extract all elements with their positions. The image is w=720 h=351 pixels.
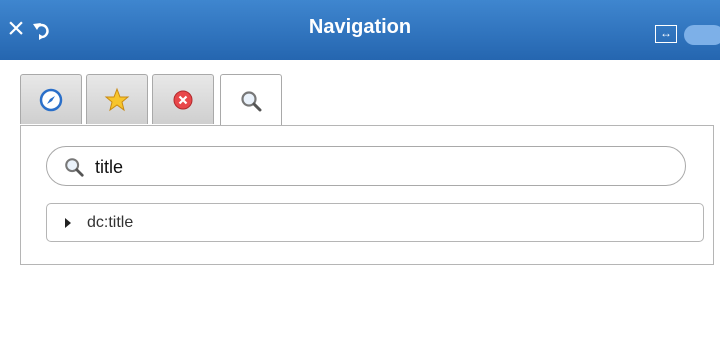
expand-arrow-icon[interactable]	[65, 218, 71, 228]
tab-favorites[interactable]	[86, 74, 148, 124]
tab-compass[interactable]	[20, 74, 82, 124]
star-icon	[104, 87, 130, 111]
page-title: Navigation	[308, 16, 412, 38]
search-icon	[65, 158, 84, 177]
error-icon	[173, 90, 193, 109]
compass-icon	[39, 88, 63, 111]
search-input[interactable]: title	[46, 146, 686, 186]
title-bar: × Navigation ↔	[0, 0, 720, 60]
toggle-switch[interactable]	[684, 25, 720, 45]
expand-horizontal-icon[interactable]: ↔	[655, 25, 677, 43]
tab-search[interactable]	[220, 74, 282, 127]
search-icon	[241, 91, 262, 112]
search-value: title	[95, 157, 124, 177]
tab-errors[interactable]	[152, 74, 214, 124]
result-item[interactable]: dc:title	[46, 203, 704, 242]
result-label: dc:title	[87, 214, 134, 231]
